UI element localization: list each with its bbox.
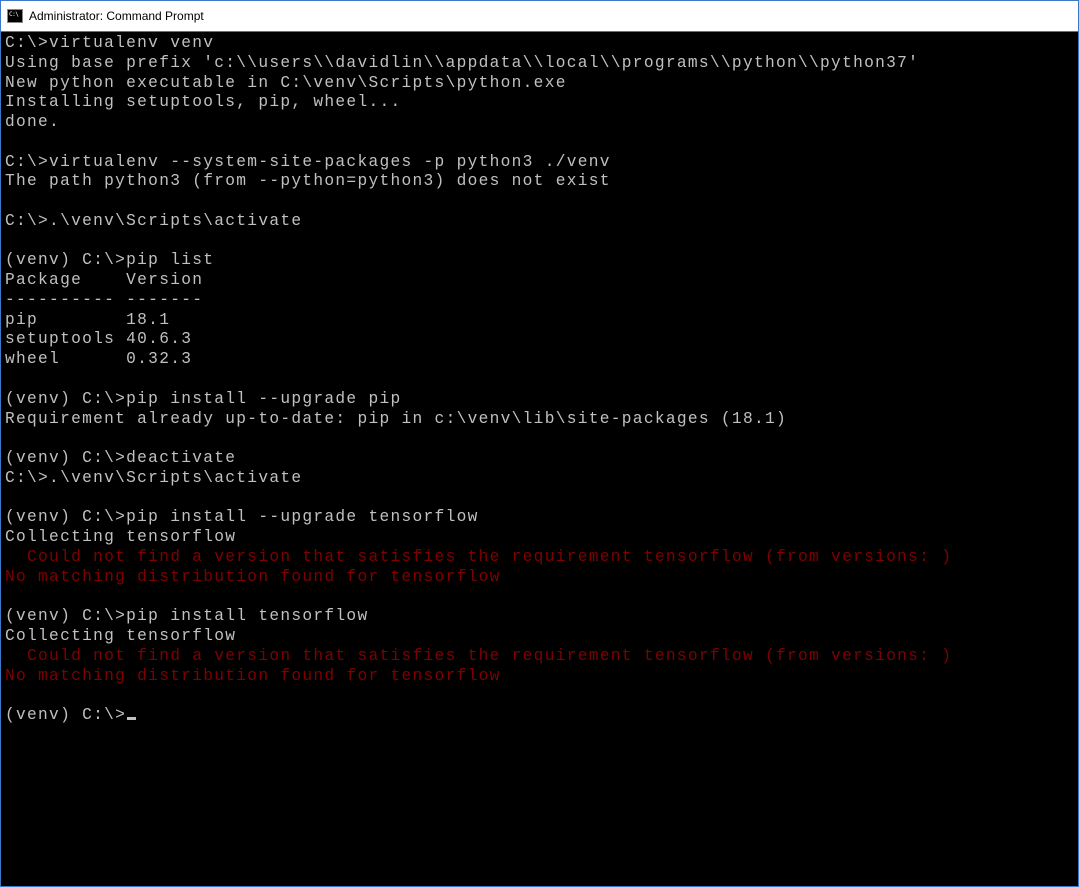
terminal-line: (venv) C:\>deactivate [5, 449, 1074, 469]
terminal-line: (venv) C:\>pip install tensorflow [5, 607, 1074, 627]
terminal-line: ---------- ------- [5, 291, 1074, 311]
terminal-line: (venv) C:\>pip install --upgrade tensorf… [5, 508, 1074, 528]
terminal-output-area[interactable]: C:\>virtualenv venvUsing base prefix 'c:… [1, 32, 1078, 886]
terminal-line: No matching distribution found for tenso… [5, 568, 1074, 588]
terminal-line: Collecting tensorflow [5, 528, 1074, 548]
terminal-line: New python executable in C:\venv\Scripts… [5, 74, 1074, 94]
terminal-line: done. [5, 113, 1074, 133]
prompt-text: (venv) C:\> [5, 706, 126, 724]
terminal-line: setuptools 40.6.3 [5, 330, 1074, 350]
terminal-line [5, 133, 1074, 153]
terminal-line [5, 489, 1074, 509]
terminal-line [5, 370, 1074, 390]
terminal-line: Could not find a version that satisfies … [5, 647, 1074, 667]
terminal-line: C:\>.\venv\Scripts\activate [5, 469, 1074, 489]
terminal-line [5, 192, 1074, 212]
terminal-line: (venv) C:\>pip install --upgrade pip [5, 390, 1074, 410]
title-bar[interactable]: Administrator: Command Prompt [1, 1, 1078, 32]
command-prompt-icon [7, 9, 23, 23]
window-title: Administrator: Command Prompt [29, 9, 204, 23]
terminal-line: Requirement already up-to-date: pip in c… [5, 410, 1074, 430]
terminal-line: wheel 0.32.3 [5, 350, 1074, 370]
terminal-line: pip 18.1 [5, 311, 1074, 331]
terminal-line [5, 686, 1074, 706]
terminal-line: Using base prefix 'c:\\users\\davidlin\\… [5, 54, 1074, 74]
terminal-line: C:\>virtualenv venv [5, 34, 1074, 54]
terminal-line: Collecting tensorflow [5, 627, 1074, 647]
terminal-line [5, 232, 1074, 252]
terminal-line: Could not find a version that satisfies … [5, 548, 1074, 568]
command-prompt-window: Administrator: Command Prompt C:\>virtua… [0, 0, 1079, 887]
terminal-line: C:\>virtualenv --system-site-packages -p… [5, 153, 1074, 173]
terminal-line: (venv) C:\>pip list [5, 251, 1074, 271]
cursor [127, 717, 136, 720]
terminal-line [5, 587, 1074, 607]
terminal-line: Package Version [5, 271, 1074, 291]
terminal-line: No matching distribution found for tenso… [5, 667, 1074, 687]
terminal-line: C:\>.\venv\Scripts\activate [5, 212, 1074, 232]
terminal-prompt[interactable]: (venv) C:\> [5, 706, 1074, 726]
terminal-line: Installing setuptools, pip, wheel... [5, 93, 1074, 113]
terminal-line: The path python3 (from --python=python3)… [5, 172, 1074, 192]
terminal-line [5, 429, 1074, 449]
